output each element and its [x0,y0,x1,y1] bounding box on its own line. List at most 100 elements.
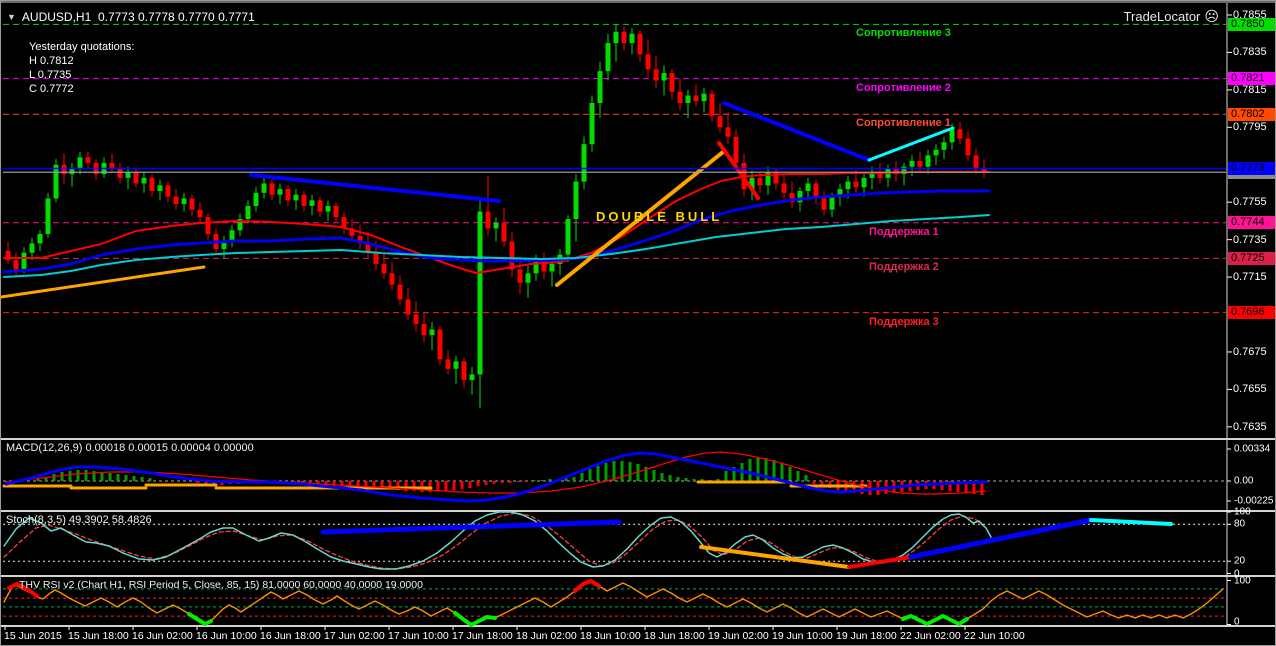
macd-histogram-bar [116,474,120,481]
watermark: TradeLocator ☹ [1124,8,1219,25]
candle [589,95,595,152]
thv-oversold-3 [901,614,969,626]
macd-histogram-bar [604,463,608,481]
macd-histogram-bar [468,481,472,488]
macd-histogram-bar [620,461,624,481]
macd-histogram-bar [652,470,656,481]
price-marker: 0.7773 [1228,162,1275,175]
candle [781,174,787,199]
candle [277,183,283,205]
candle [957,121,963,145]
candle [645,39,651,77]
macd-histogram-bar [132,476,136,481]
macd-histogram-bar [532,480,536,481]
time-axis-label: 18 Jun 02:00 [516,630,577,642]
stoch-trend-cyan [1089,518,1173,526]
candle [437,325,443,366]
yesterday-quotations-box: Yesterday quotations: H 0.7812 L 0.7735 … [29,40,134,96]
candle [621,26,627,51]
quotations-close: C 0.7772 [29,83,74,95]
candle [69,162,75,188]
macd-histogram-bar [436,481,440,491]
stoch-trend-red [847,555,913,569]
price-marker: 0.7821 [1228,72,1275,85]
candle [445,350,451,375]
candle [525,265,531,298]
time-axis-label: 22 Jun 10:00 [964,630,1025,642]
price-marker: 0.7744 [1228,216,1275,229]
candle [477,198,483,409]
macd-histogram-bar [68,471,72,481]
level-label: Сопротивление 3 [856,27,951,39]
macd-histogram-bar [460,481,464,489]
macd-histogram-bar [492,481,496,484]
candle [133,168,139,188]
candles [5,24,987,409]
macd-histogram-bar [676,477,680,481]
candle [421,312,427,343]
bar-ohlc-values: 0.7773 0.7778 0.7770 0.7771 [97,10,255,24]
macd-histogram-bar [444,481,448,491]
thv-oversold-1 [187,612,213,626]
candle [613,24,619,62]
candle [597,61,603,118]
macd-histogram-bar [524,481,528,482]
macd-histogram-bar [572,477,576,481]
candle [309,194,315,216]
watermark-text: TradeLocator [1123,9,1201,24]
candle [45,192,51,238]
candle [397,275,403,306]
candle [173,189,179,210]
macd-histogram-bar [580,473,584,481]
macd-histogram-bar [596,466,600,481]
candle [157,179,163,201]
candle [141,172,147,193]
candle [229,224,235,248]
macd-histogram-bar [500,481,504,483]
macd-axis-label: 0.00334 [1234,443,1271,455]
price-axis-label: 0.7795 [1233,121,1267,133]
macd-histogram-bar [540,480,544,481]
candle [317,196,323,218]
macd-histogram-bar [508,481,512,483]
macd-histogram-bar [788,467,792,481]
price-axis-label: 0.7755 [1233,196,1267,208]
trendline-blue-right [722,101,871,162]
candle [925,149,931,175]
price-marker: 0.7725 [1228,252,1275,265]
level-label: Поддержка 2 [869,261,939,273]
macd-main-line [4,451,988,503]
candle [629,28,635,55]
candle [485,175,491,236]
price-axis-label: 0.7735 [1233,234,1267,246]
candle [189,194,195,216]
candle [325,200,331,221]
trading-chart-window: ▼ AUDUSD,H1 0.7773 0.7778 0.7770 0.7771 T… [0,0,1276,646]
panel-separator [1,625,1275,627]
chart-canvas[interactable] [1,1,1276,646]
macd-histogram-bar [796,471,800,481]
time-axis-label: 19 Jun 10:00 [772,630,833,642]
candle [637,29,643,62]
candle [221,235,227,259]
candle [669,69,675,100]
thv-oversold-2 [453,611,497,627]
candle [893,161,899,182]
candle [469,366,475,396]
candle [413,301,419,332]
candle [53,159,59,203]
time-axis-label: 15 Jun 2015 [4,630,62,642]
candle [965,131,971,162]
macd-histogram-bar [748,459,752,481]
time-axis-label: 18 Jun 10:00 [580,630,641,642]
macd-histogram-bar [780,463,784,481]
candle [77,151,83,175]
candle [453,355,459,384]
candle [205,213,211,240]
macd-histogram-bar [756,457,760,481]
symbol-dropdown-icon[interactable]: ▼ [7,12,16,22]
candle [693,84,699,107]
candle [493,217,499,242]
smiley-icon: ☹ [1204,8,1219,24]
candle [29,237,35,261]
